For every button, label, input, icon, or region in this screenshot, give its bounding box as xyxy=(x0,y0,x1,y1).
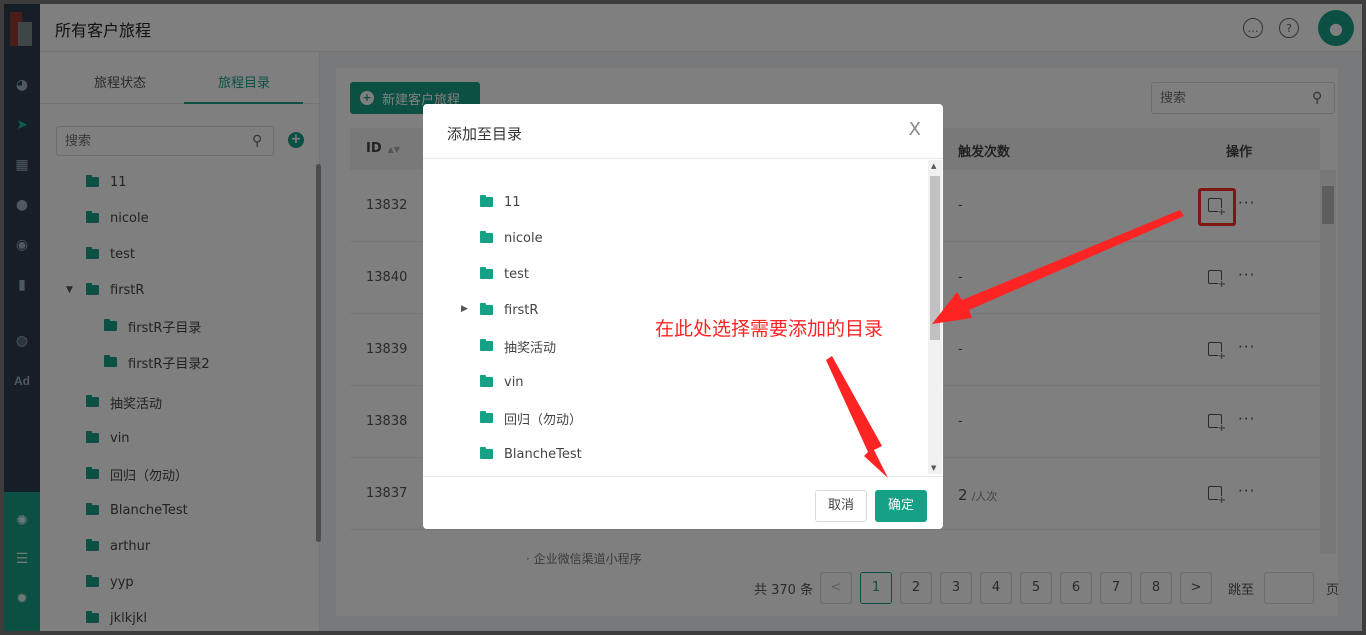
dialog-scrollbar-thumb[interactable] xyxy=(930,176,940,340)
dialog-title: 添加至目录 xyxy=(447,125,523,143)
dialog-tree-item[interactable]: 抽奖活动 xyxy=(480,336,556,356)
dialog-tree-item[interactable]: firstR xyxy=(480,300,538,320)
folder-icon xyxy=(480,303,493,315)
confirm-button[interactable]: 确定 xyxy=(875,490,927,522)
dialog-tree-item[interactable]: test xyxy=(480,264,529,284)
scroll-down-icon[interactable]: ▼ xyxy=(931,464,936,472)
folder-icon xyxy=(480,447,493,459)
dialog-tree-item[interactable]: 回归（勿动） xyxy=(480,408,582,428)
folder-icon xyxy=(480,411,493,423)
dialog-tree-item[interactable]: BlancheTest xyxy=(480,444,582,464)
dialog-tree-item[interactable]: nicole xyxy=(480,228,543,248)
folder-icon xyxy=(480,339,493,351)
folder-icon xyxy=(480,231,493,243)
caret-right-icon[interactable]: ▶ xyxy=(461,304,468,314)
folder-icon xyxy=(480,195,493,207)
divider xyxy=(423,476,943,477)
close-icon[interactable]: X xyxy=(909,119,921,140)
folder-icon xyxy=(480,267,493,279)
annotation-text: 在此处选择需要添加的目录 xyxy=(655,318,884,340)
dialog-tree-item[interactable]: vin xyxy=(480,372,524,392)
dialog-tree-item[interactable]: 11 xyxy=(480,192,521,212)
scroll-up-icon[interactable]: ▲ xyxy=(931,162,936,170)
divider xyxy=(423,158,943,159)
cancel-button[interactable]: 取消 xyxy=(815,490,867,522)
app-window: ◕ ➤ ▦ ● ◉ ▮ ◍ Ad ✺ ☰ ✹ 所有客户旅程 … ? ● 旅程状态… xyxy=(4,4,1362,631)
folder-icon xyxy=(480,375,493,387)
